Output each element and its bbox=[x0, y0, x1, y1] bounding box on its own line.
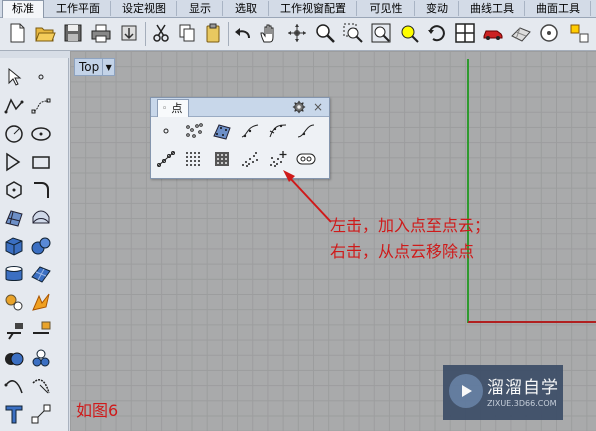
watermark-subtitle: ZIXUE.3D66.COM bbox=[487, 399, 557, 408]
play-logo-icon bbox=[449, 374, 483, 408]
watermark: 溜溜自学 ZIXUE.3D66.COM bbox=[443, 365, 563, 420]
annotation-line-2: 右击，从点云移除点 bbox=[330, 242, 475, 261]
annotation-text: 左击，加入点至点云； 右击，从点云移除点 bbox=[330, 213, 490, 265]
annotation-line-1: 左击，加入点至点云； bbox=[330, 216, 491, 235]
figure-label: 如图6 bbox=[76, 401, 119, 420]
watermark-title: 溜溜自学 bbox=[487, 378, 559, 398]
